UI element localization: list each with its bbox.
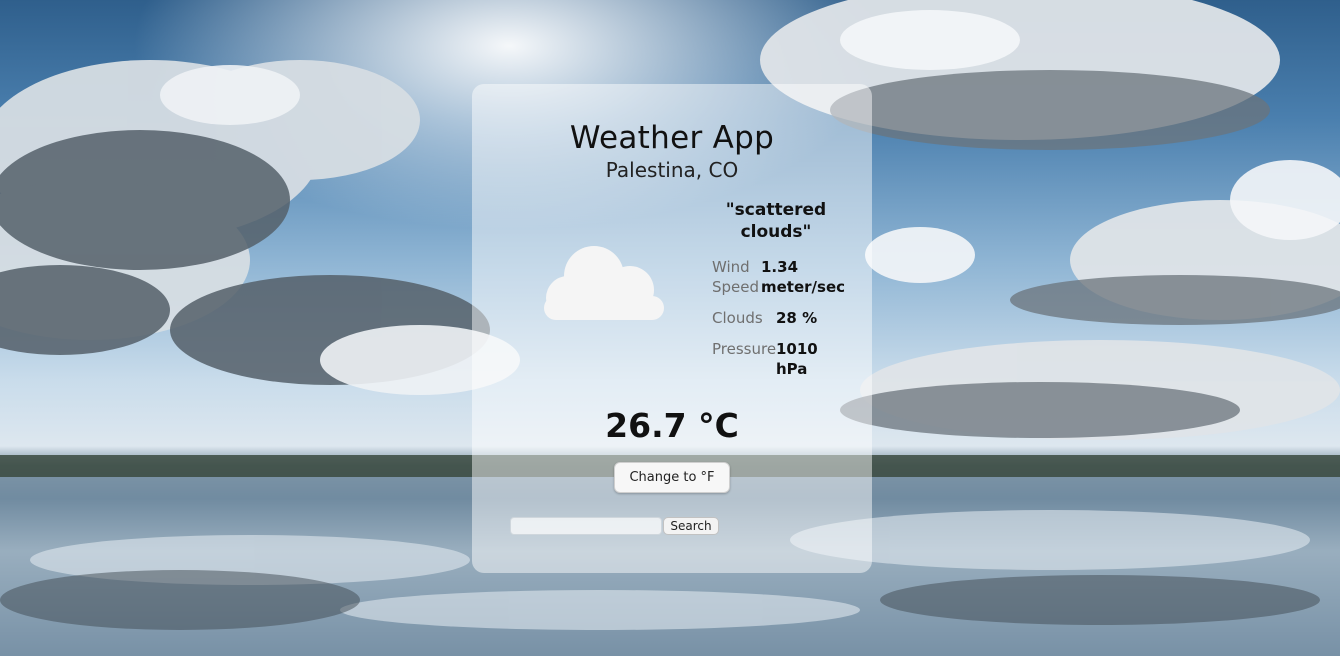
wind-speed-value: 1.34 meter/sec <box>761 258 846 296</box>
city-search-input[interactable] <box>510 517 662 535</box>
pressure-value: 1010 hPa <box>776 340 818 378</box>
change-unit-button[interactable]: Change to °F <box>614 462 730 493</box>
weather-card: Weather App Palestina, CO "scattered clo… <box>472 84 872 573</box>
weather-description: "scattered clouds" <box>725 200 827 242</box>
wind-speed-label: Wind Speed <box>712 258 760 296</box>
cloud-icon <box>544 246 664 320</box>
temperature: 26.7 °C <box>605 406 739 445</box>
clouds-label: Clouds <box>712 309 763 327</box>
search-button[interactable]: Search <box>663 517 719 535</box>
city-name: Palestina, CO <box>605 158 739 182</box>
clouds-value: 28 % <box>776 309 818 327</box>
pressure-label: Pressure <box>712 340 777 358</box>
app-title: Weather App <box>569 120 775 156</box>
